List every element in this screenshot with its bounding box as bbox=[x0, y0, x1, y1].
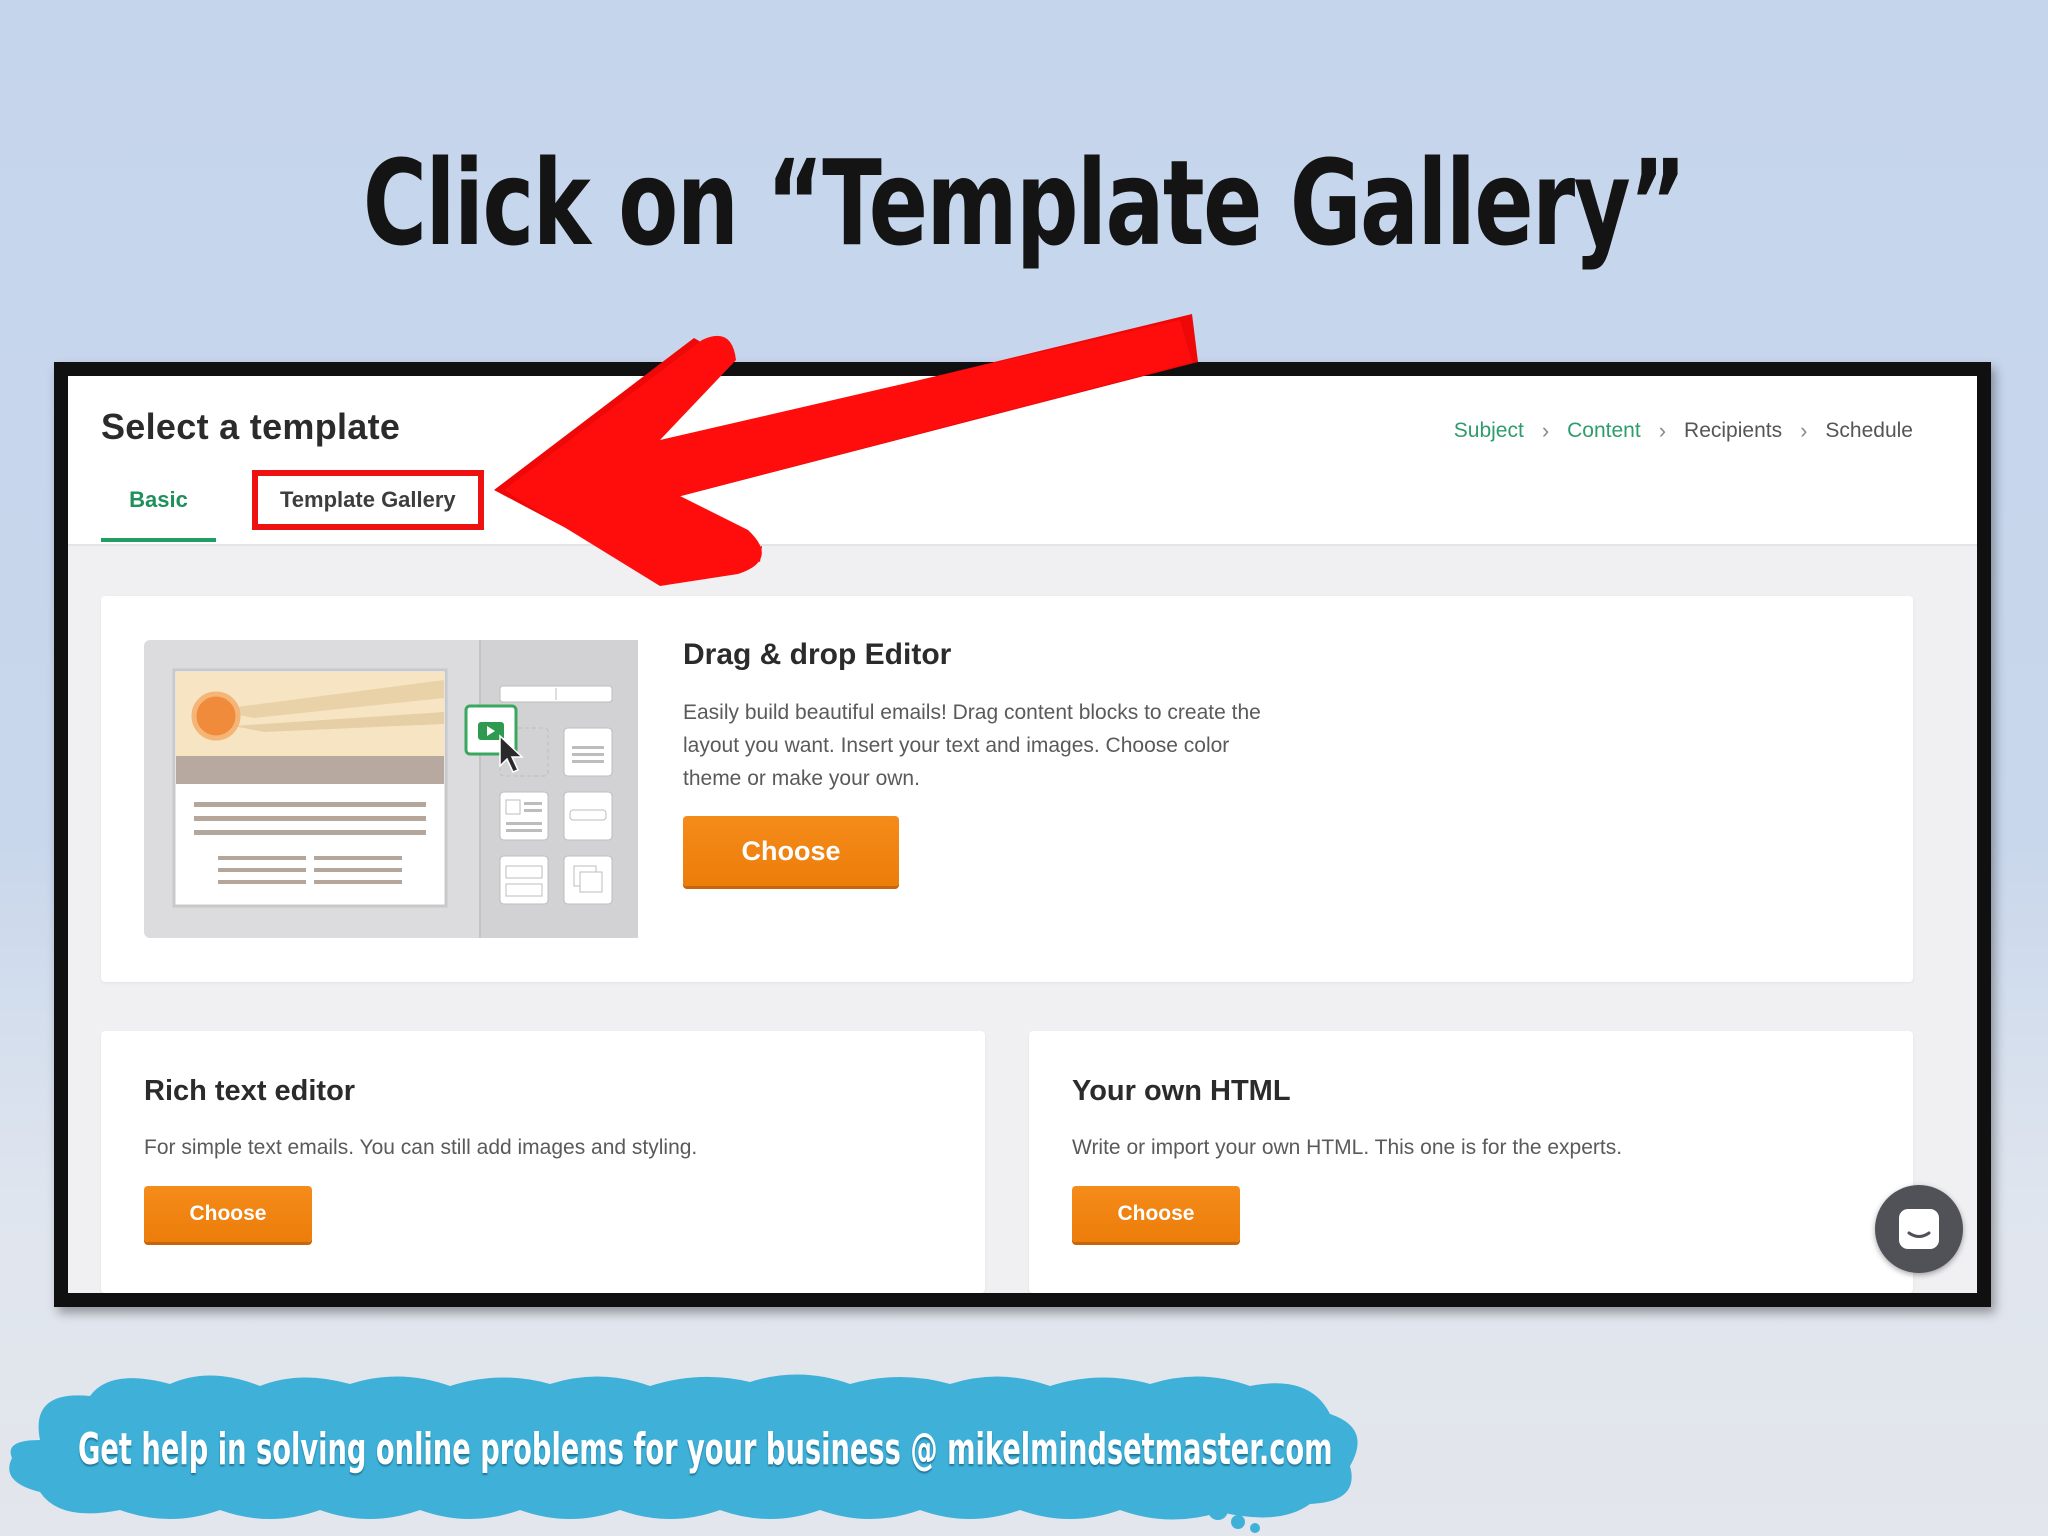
choose-own-html-button[interactable]: Choose bbox=[1072, 1186, 1240, 1242]
chevron-right-icon: › bbox=[1541, 418, 1550, 443]
step-content[interactable]: Content bbox=[1567, 419, 1641, 443]
choose-rich-text-button[interactable]: Choose bbox=[144, 1186, 312, 1242]
tab-template-gallery[interactable]: Template Gallery bbox=[252, 470, 484, 530]
screenshot-frame: Select a template Subject › Content › Re… bbox=[54, 362, 1991, 1307]
rich-text-editor-description: For simple text emails. You can still ad… bbox=[144, 1136, 698, 1159]
drag-drop-editor-description: Easily build beautiful emails! Drag cont… bbox=[683, 701, 1261, 790]
own-html-description: Write or import your own HTML. This one … bbox=[1072, 1136, 1623, 1159]
slide-title: Click on “Template Gallery” bbox=[362, 134, 1687, 272]
step-schedule[interactable]: Schedule bbox=[1825, 419, 1913, 443]
step-recipients[interactable]: Recipients bbox=[1684, 419, 1782, 443]
step-subject[interactable]: Subject bbox=[1454, 419, 1524, 443]
own-html-card: Your own HTML Write or import your own H… bbox=[1029, 1031, 1913, 1293]
template-tabs: Basic Template Gallery bbox=[101, 468, 484, 542]
chat-icon bbox=[1899, 1209, 1939, 1249]
rich-text-editor-card: Rich text editor For simple text emails.… bbox=[101, 1031, 985, 1293]
chevron-right-icon: › bbox=[1800, 418, 1808, 443]
footer-promo-text: Get help in solving online problems for … bbox=[78, 1424, 1333, 1475]
own-html-title: Your own HTML bbox=[1072, 1075, 1291, 1107]
choose-drag-drop-button[interactable]: Choose bbox=[683, 816, 899, 886]
drag-drop-editor-title: Drag & drop Editor bbox=[683, 638, 952, 671]
tab-basic[interactable]: Basic bbox=[101, 468, 216, 542]
step-breadcrumb: Subject › Content › Recipients › Schedul… bbox=[1454, 418, 1913, 444]
app-header: Select a template Subject › Content › Re… bbox=[68, 376, 1977, 546]
page-title: Select a template bbox=[101, 406, 401, 447]
chat-button[interactable] bbox=[1875, 1185, 1963, 1273]
drag-drop-editor-card: Drag & drop Editor Easily build beautifu… bbox=[101, 596, 1913, 982]
chevron-right-icon: › bbox=[1658, 418, 1667, 443]
rich-text-editor-title: Rich text editor bbox=[144, 1075, 356, 1107]
drag-drop-illustration bbox=[144, 640, 638, 938]
